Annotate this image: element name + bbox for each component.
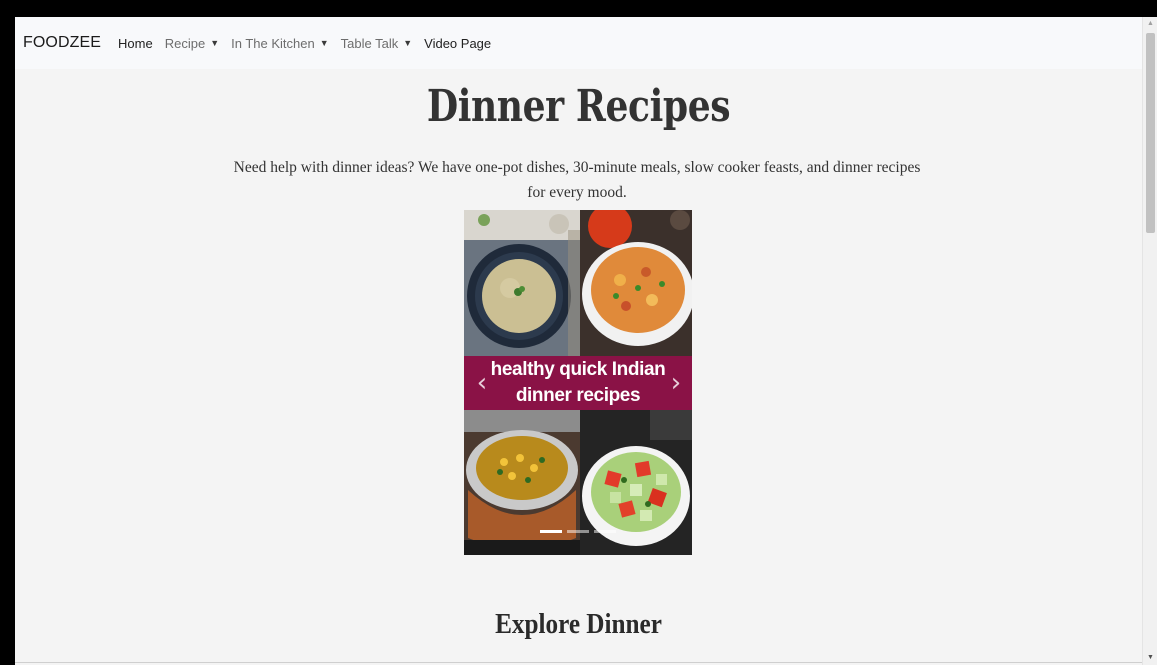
carousel-indicators [540,530,616,533]
nav-table-talk-label: Table Talk [340,35,399,51]
scrollbar-thumb[interactable] [1146,33,1155,233]
corn-curry-illustration [464,410,580,555]
nav-recipe-dropdown[interactable]: Recipe ▼ [165,36,219,51]
section-divider [15,662,1142,663]
nav-home[interactable]: Home [118,36,153,51]
carousel-caption-line-2: dinner recipes [515,385,641,406]
caret-down-icon: ▼ [319,38,329,48]
scroll-up-arrow-icon[interactable]: ▲ [1143,17,1157,31]
salad-illustration [580,410,692,555]
carousel-caption-banner: healthy quick Indian dinner recipes [464,356,692,410]
navbar: FOODZEE Home Recipe ▼ In The Kitchen ▼ T… [15,17,1142,69]
recipe-carousel[interactable]: healthy quick Indian dinner recipes ‹ › [464,210,692,555]
page-title: Dinner Recipes [426,81,731,132]
carousel-indicator-1[interactable] [540,530,562,533]
nav-recipe-label: Recipe [164,35,206,51]
porridge-illustration [464,210,580,356]
nav-in-the-kitchen-label: In The Kitchen [231,35,315,51]
nav-table-talk-dropdown[interactable]: Table Talk ▼ [341,36,413,51]
nav-video-page-label: Video Page [424,35,492,51]
carousel-indicator-3[interactable] [594,530,616,533]
carousel-image-corn-curry [464,410,580,555]
vertical-scrollbar[interactable]: ▲ ▼ [1142,17,1157,665]
explore-dinner-heading: Explore Dinner [495,609,662,640]
bhurji-illustration [580,210,692,356]
page-viewport: FOODZEE Home Recipe ▼ In The Kitchen ▼ T… [15,17,1142,665]
chevron-left-icon: ‹ [476,368,488,398]
caret-down-icon: ▼ [210,38,220,48]
caret-down-icon: ▼ [403,38,413,48]
carousel-image-porridge [464,210,580,356]
carousel-next-button[interactable]: › [666,366,686,400]
nav-video-page[interactable]: Video Page [424,36,491,51]
nav-in-the-kitchen-dropdown[interactable]: In The Kitchen ▼ [231,36,329,51]
chevron-right-icon: › [670,368,682,398]
scroll-down-arrow-icon[interactable]: ▼ [1143,651,1157,665]
brand-logo[interactable]: FOODZEE [23,34,101,52]
carousel-image-bhurji [580,210,692,356]
carousel-prev-button[interactable]: ‹ [472,366,492,400]
nav-home-label: Home [118,35,153,51]
carousel-image-salad [580,410,692,555]
browser-frame: FOODZEE Home Recipe ▼ In The Kitchen ▼ T… [8,8,1157,665]
page-lead-text: Need help with dinner ideas? We have one… [233,159,921,201]
carousel-caption-line-1: healthy quick Indian [490,359,666,380]
carousel-indicator-2[interactable] [567,530,589,533]
